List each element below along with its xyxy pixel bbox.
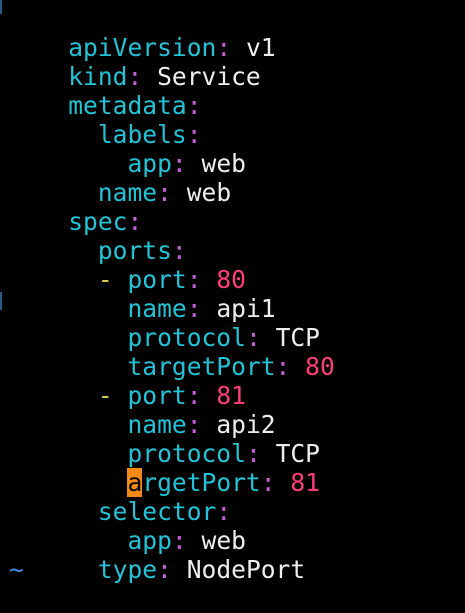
yaml-key: type	[97, 555, 158, 584]
yaml-colon: :	[157, 555, 172, 584]
yaml-value: 80	[305, 352, 335, 381]
yaml-colon: :	[275, 352, 291, 381]
vim-editor[interactable]: apiVersion: v1 kind: Service metadata: l…	[0, 0, 465, 589]
code-line: app: web	[9, 497, 245, 555]
code-line-cursor: argetPort: 81	[9, 439, 320, 497]
yaml-colon: :	[260, 468, 276, 497]
code-line: kind: Service	[9, 33, 261, 91]
code-line: type: NodePort	[9, 526, 305, 584]
empty-line-marker: ~	[9, 555, 24, 584]
yaml-value: NodePort	[186, 555, 306, 584]
code-line: protocol: TCP	[9, 410, 320, 468]
code-line: targetPort: 80	[9, 323, 334, 381]
code-line: name: api1	[9, 265, 275, 323]
code-line: app: web	[9, 120, 245, 178]
yaml-value: web	[186, 178, 232, 207]
left-gutter-marker	[0, 292, 2, 310]
code-line: labels:	[9, 91, 202, 149]
code-line: selector:	[9, 468, 231, 526]
code-line: - port: 81	[9, 352, 246, 410]
code-line: metadata:	[9, 62, 201, 120]
code-line: apiVersion: v1	[9, 4, 275, 62]
code-line: name: web	[9, 149, 231, 207]
code-line: spec:	[9, 178, 142, 236]
code-line: protocol: TCP	[9, 294, 320, 352]
yaml-colon: :	[157, 178, 172, 207]
code-line: - port: 80	[9, 236, 246, 294]
code-line: ports:	[9, 207, 187, 265]
code-line: name: api2	[9, 381, 275, 439]
yaml-value: 81	[290, 468, 320, 497]
left-gutter-marker	[0, 0, 2, 14]
